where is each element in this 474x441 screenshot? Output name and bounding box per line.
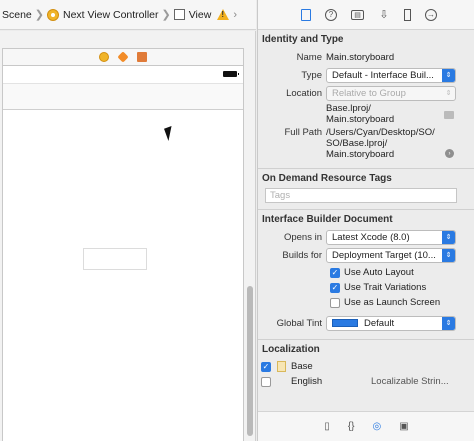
jumpbar-scene[interactable]: Scene — [2, 9, 32, 21]
navigation-bar[interactable] — [3, 84, 243, 110]
trait-variations-checkbox[interactable]: ✓ Use Trait Variations — [330, 280, 474, 295]
opens-in-popup[interactable]: Latest Xcode (8.0) ⇕ — [326, 229, 456, 245]
chevron-updown-icon: ⇕ — [442, 316, 455, 330]
type-popup-value: Default - Interface Buil... — [332, 69, 434, 81]
global-tint-popup[interactable]: Default ⇕ — [326, 315, 456, 331]
localizable-strings-popup[interactable]: Localizable Strin... — [371, 376, 449, 387]
warning-icon[interactable]: ! — [217, 9, 230, 20]
jumpbar-view[interactable]: View — [189, 9, 212, 21]
chevron-right-icon: ❯ — [34, 9, 44, 21]
view-controller-view[interactable] — [2, 65, 244, 441]
type-popup[interactable]: Default - Interface Buil... ⇕ — [326, 67, 456, 83]
view-controller-dock-icon[interactable] — [99, 52, 109, 62]
location-label: Location — [286, 87, 322, 99]
vertical-scrollbar[interactable] — [247, 286, 253, 436]
size-inspector-icon[interactable] — [404, 8, 411, 21]
builds-for-label: Builds for — [282, 249, 322, 261]
chevron-right-icon[interactable]: › — [233, 9, 237, 21]
inspector-tabs: ? ▤ ⇩ → — [258, 0, 474, 30]
relative-path: Base.lproj/ Main.storyboard — [326, 103, 395, 125]
full-path-value: /Users/Cyan/Desktop/SO/ SO/Base.lproj/ M… — [326, 127, 435, 160]
ib-document-section: Interface Builder Document Opens in Late… — [258, 210, 474, 340]
first-responder-icon[interactable] — [117, 51, 129, 63]
checkbox-empty-icon[interactable] — [261, 376, 271, 387]
name-label: Name — [296, 51, 322, 63]
checkmark-icon: ✓ — [330, 282, 340, 293]
tags-field[interactable]: Tags — [265, 188, 457, 203]
utilities-inspector: ? ▤ ⇩ → Identity and Type Name Main.stor… — [257, 0, 474, 441]
attributes-inspector-icon[interactable]: ⇩ — [378, 9, 390, 21]
object-library-icon[interactable]: ◎ — [373, 421, 382, 432]
section-title: Identity and Type — [262, 34, 344, 45]
reveal-in-finder-icon[interactable]: › — [445, 149, 454, 158]
tint-color-swatch — [332, 319, 358, 327]
chevron-updown-icon: ⇕ — [445, 90, 452, 97]
document-icon — [277, 361, 286, 372]
section-title: On Demand Resource Tags — [262, 173, 392, 184]
file-template-icon[interactable]: ▯ — [324, 421, 330, 432]
media-library-icon[interactable]: ▣ — [399, 421, 408, 432]
file-inspector-icon[interactable] — [301, 8, 311, 21]
identity-inspector-icon[interactable]: ▤ — [351, 9, 364, 20]
localization-section: Localization ✓ Base English Localizable … — [258, 340, 474, 395]
storyboard-canvas[interactable] — [0, 31, 256, 441]
global-tint-label: Global Tint — [276, 317, 322, 329]
checkbox-empty-icon — [330, 297, 340, 308]
divider — [255, 31, 256, 441]
section-title: Interface Builder Document — [262, 214, 393, 225]
location-popup[interactable]: Relative to Group ⇕ — [326, 85, 456, 101]
odr-tags-section: On Demand Resource Tags Tags — [258, 169, 474, 210]
name-value[interactable]: Main.storyboard — [326, 52, 394, 63]
chevron-updown-icon: ⇕ — [442, 230, 455, 244]
localization-item-base[interactable]: ✓ Base — [258, 359, 474, 374]
xcode-window: Scene ❯ Next View Controller ❯ View ! › — [0, 0, 474, 441]
opens-in-label: Opens in — [283, 231, 322, 243]
checkmark-icon[interactable]: ✓ — [261, 361, 271, 372]
chevron-right-icon: ❯ — [161, 9, 171, 21]
launch-screen-checkbox[interactable]: Use as Launch Screen — [330, 295, 474, 310]
scene-dock — [2, 48, 244, 65]
identity-and-type-section: Identity and Type Name Main.storyboard T… — [258, 30, 474, 169]
section-title: Localization — [262, 344, 320, 355]
type-label: Type — [301, 69, 322, 81]
builds-for-popup[interactable]: Deployment Target (10... ⇕ — [326, 247, 456, 263]
subview-placeholder[interactable] — [83, 248, 147, 270]
library-tabs: ▯ {} ◎ ▣ — [258, 411, 474, 441]
chevron-updown-icon: ⇕ — [442, 68, 455, 82]
view-controller-scene[interactable] — [2, 48, 244, 441]
jumpbar-view-controller[interactable]: Next View Controller — [63, 9, 159, 21]
checkmark-icon: ✓ — [330, 267, 340, 278]
exit-icon[interactable] — [137, 52, 147, 62]
full-path-label: Full Path — [284, 127, 323, 138]
jump-bar: Scene ❯ Next View Controller ❯ View ! › — [0, 0, 256, 30]
connections-inspector-icon[interactable]: → — [425, 8, 437, 21]
auto-layout-checkbox[interactable]: ✓ Use Auto Layout — [330, 265, 474, 280]
view-icon — [173, 9, 185, 20]
chevron-updown-icon: ⇕ — [442, 248, 455, 262]
code-snippet-icon[interactable]: {} — [348, 421, 355, 432]
view-controller-icon — [47, 8, 59, 21]
location-popup-value: Relative to Group — [332, 87, 406, 99]
battery-icon — [223, 71, 239, 77]
quick-help-icon[interactable]: ? — [325, 8, 337, 21]
folder-icon[interactable] — [444, 111, 454, 119]
localization-item-english[interactable]: English Localizable Strin... — [258, 374, 474, 389]
status-bar — [3, 66, 243, 84]
